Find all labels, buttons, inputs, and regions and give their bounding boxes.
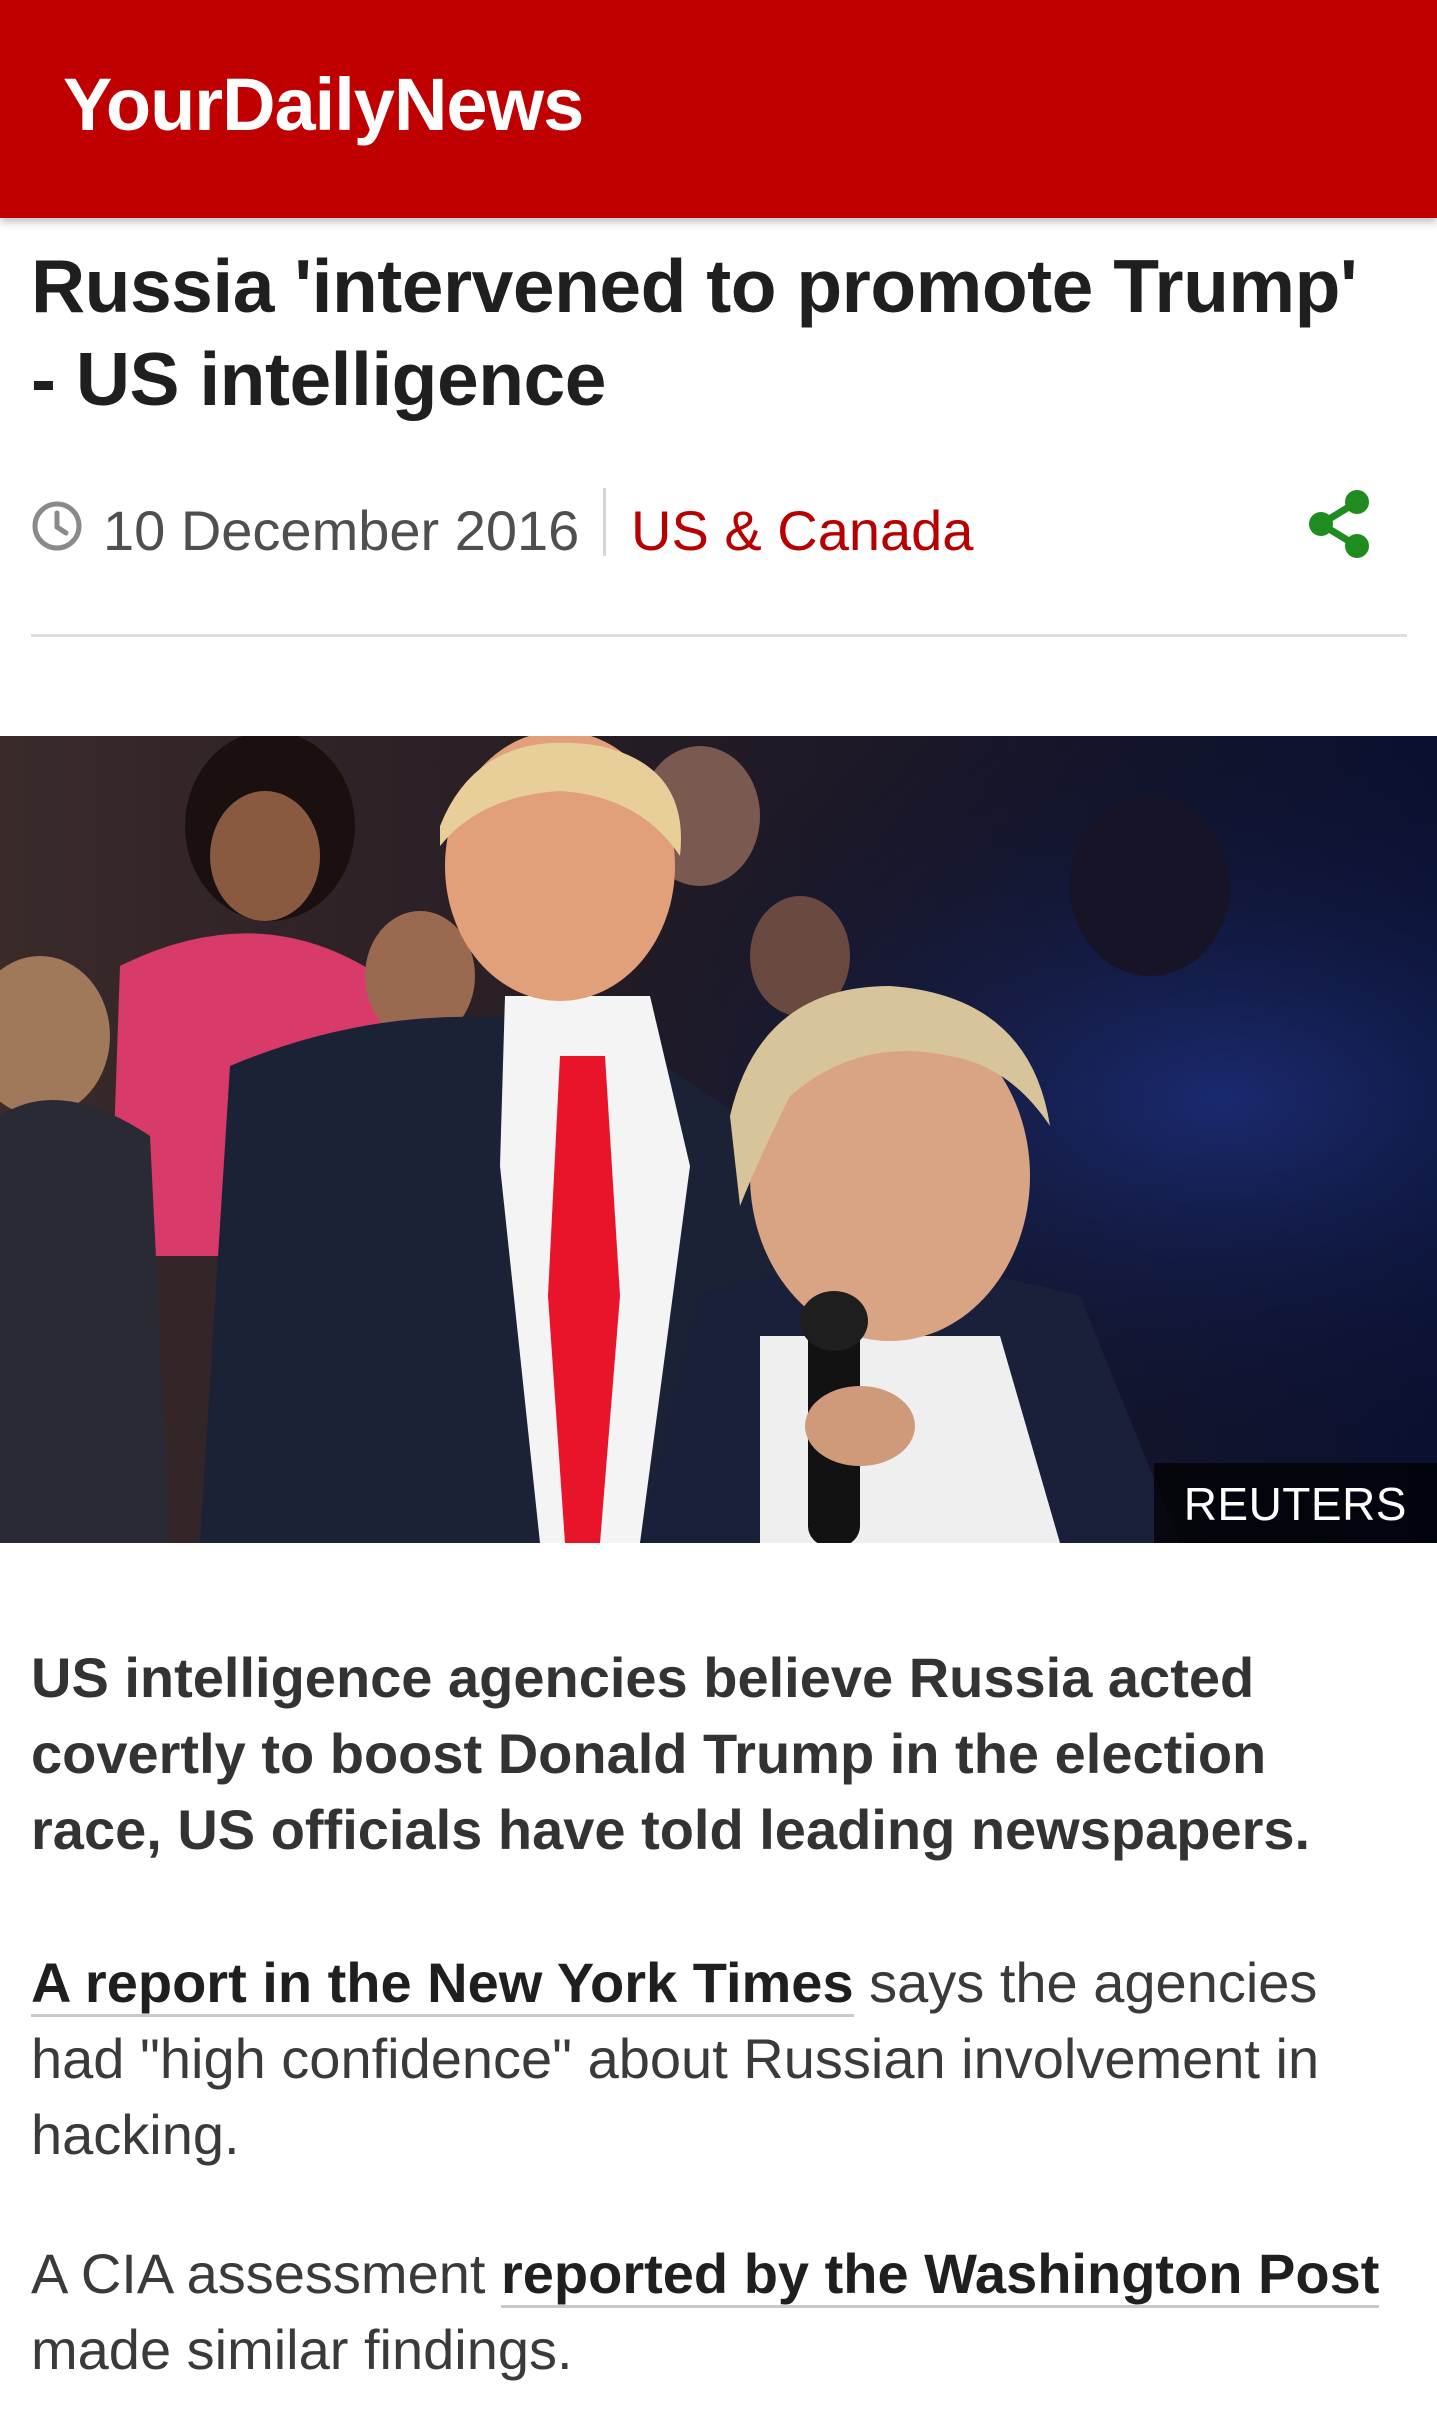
- article-content[interactable]: Russia 'intervened to promote Trump' - U…: [0, 218, 1437, 2420]
- share-icon[interactable]: [1305, 488, 1375, 560]
- article-headline: Russia 'intervened to promote Trump' - U…: [31, 244, 1358, 421]
- article-paragraph-1: A report in the New York Times says the …: [31, 1945, 1407, 2173]
- article-image[interactable]: REUTERS: [0, 736, 1437, 1543]
- image-credit: REUTERS: [1153, 1463, 1437, 1543]
- paragraph-2-lead: A CIA assessment: [31, 2242, 501, 2305]
- photo-illustration: [0, 736, 1437, 1543]
- clock-icon: [32, 501, 82, 551]
- category-link[interactable]: US & Canada: [631, 498, 973, 563]
- article-paragraph-2: A CIA assessment reported by the Washing…: [31, 2236, 1407, 2388]
- article-summary: US intelligence agencies believe Russia …: [31, 1646, 1311, 1861]
- washington-post-link[interactable]: reported by the Washington Post: [500, 2242, 1380, 2308]
- paragraph-2-tail: made similar findings.: [31, 2318, 573, 2381]
- app-title[interactable]: YourDailyNews: [63, 62, 584, 147]
- article-meta: 10 December 2016 US & Canada: [31, 488, 1407, 568]
- meta-divider: [603, 488, 606, 556]
- nyt-report-link[interactable]: A report in the New York Times: [31, 1951, 854, 2017]
- article-date: 10 December 2016: [103, 499, 580, 562]
- meta-divider-rule: [31, 634, 1407, 637]
- app-bar: YourDailyNews: [0, 0, 1437, 218]
